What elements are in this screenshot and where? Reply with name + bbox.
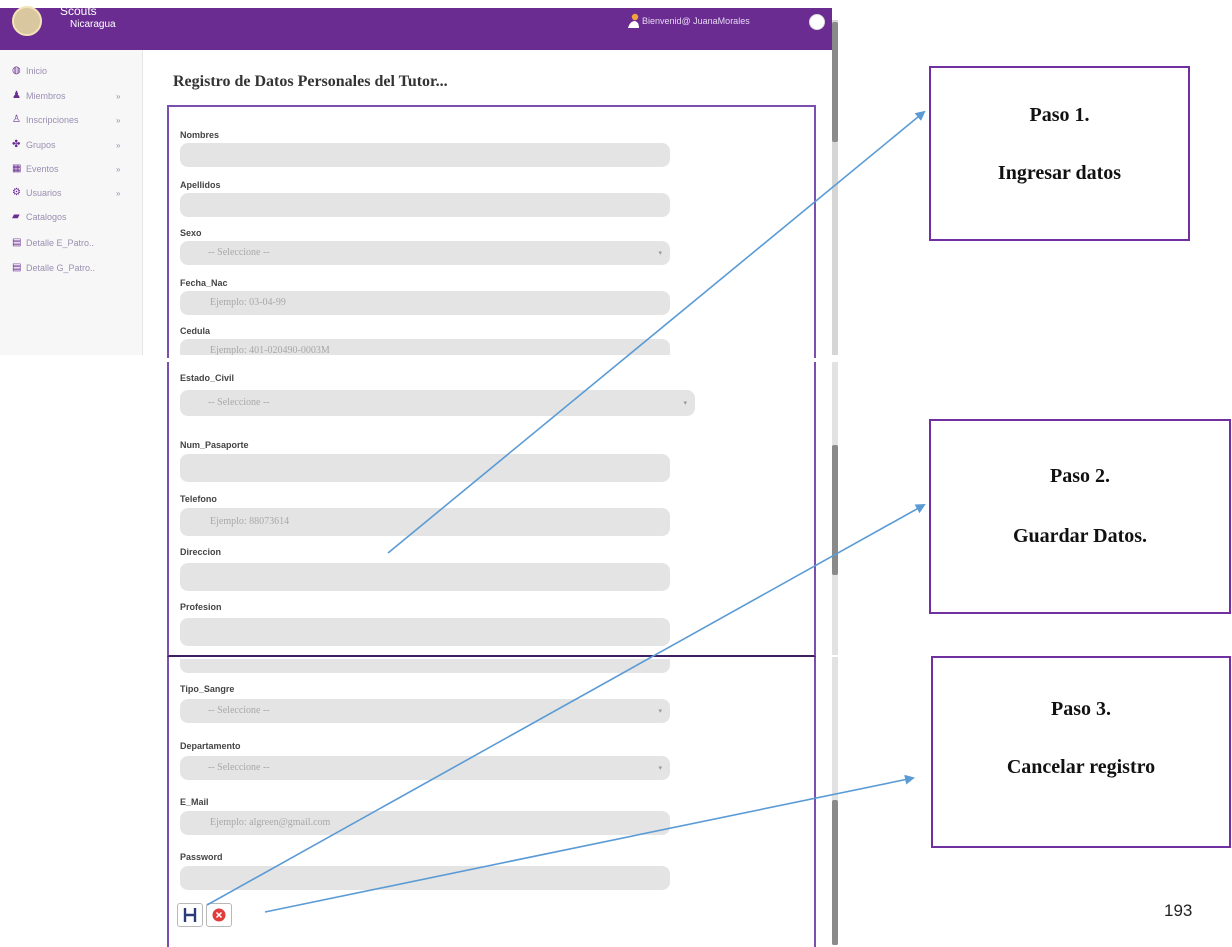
arrow-step1 — [387, 110, 926, 554]
page-number: 193 — [1164, 901, 1193, 920]
arrow-step3 — [264, 774, 915, 913]
arrow-step2 — [206, 504, 926, 906]
callout-arrows — [206, 110, 926, 913]
